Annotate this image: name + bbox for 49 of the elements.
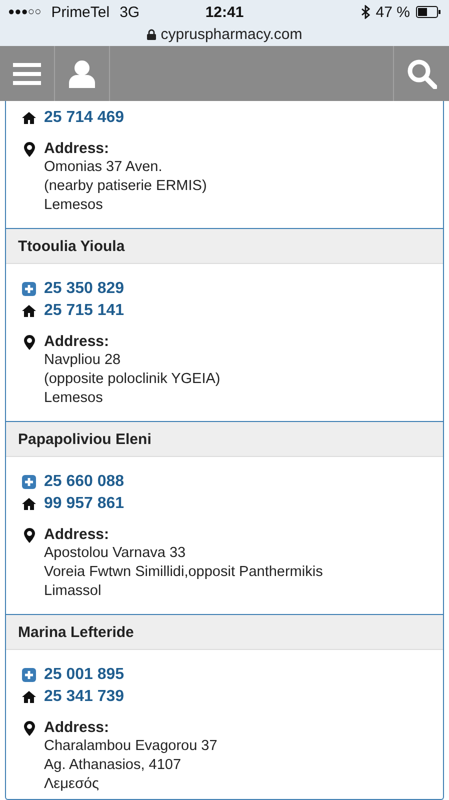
home-icon xyxy=(22,305,36,318)
phone-link[interactable]: 99 957 861 xyxy=(44,495,124,514)
battery-icon xyxy=(416,6,441,18)
map-pin-icon xyxy=(24,335,34,350)
phone-link[interactable]: 25 660 088 xyxy=(44,473,124,492)
address-label: Address: xyxy=(44,525,110,544)
address-line: Ag. Athanasios, 4107 xyxy=(44,756,182,776)
network-type: 3G xyxy=(120,4,140,20)
address-line: (opposite poloclinik YGEIA) xyxy=(44,370,220,390)
plus-icon xyxy=(22,475,36,490)
home-icon xyxy=(22,691,36,704)
address-line: Omonias 37 Aven. xyxy=(44,158,164,178)
bluetooth-icon xyxy=(360,5,370,19)
phone-link[interactable]: 25 350 829 xyxy=(44,280,124,298)
search-icon xyxy=(406,58,436,89)
address-line: Navpliou 28 xyxy=(44,351,122,370)
map-pin-icon xyxy=(24,528,34,544)
battery-percent: 47 % xyxy=(376,4,410,20)
pharmacist-name: Marina Lefteride xyxy=(6,615,443,650)
address-line: Lemesos xyxy=(44,389,104,408)
phone-link[interactable]: 25 341 739 xyxy=(44,688,124,706)
clock: 12:41 xyxy=(205,4,244,20)
signal-strength: ●●●○○ xyxy=(8,6,42,18)
phone-link[interactable]: 25 715 141 xyxy=(44,302,124,320)
pharmacist-name: Papapoliviou Eleni xyxy=(6,422,443,458)
person-icon xyxy=(69,60,95,88)
map-pin-icon xyxy=(24,721,34,736)
address-label: Address: xyxy=(44,139,110,158)
plus-icon xyxy=(22,282,36,296)
address-line: Voreia Fwtwn Simillidi,opposit Panthermikis xyxy=(44,563,323,582)
address-line: Charalambou Evagorou 37 xyxy=(44,737,218,756)
url-text[interactable]: cypruspharmacy.com xyxy=(160,26,302,42)
address-line: (nearby patiserie ERMIS) xyxy=(44,177,207,196)
lock-icon xyxy=(146,28,156,40)
phone-link[interactable]: 25 001 895 xyxy=(44,666,124,684)
address-line: Lemesos xyxy=(44,196,104,216)
phone-link[interactable]: 25 714 469 xyxy=(44,109,124,128)
menu-icon xyxy=(13,62,41,85)
address-label: Address: xyxy=(44,332,110,352)
carrier-name: PrimeTel xyxy=(51,4,110,20)
address-line: Limassol xyxy=(44,582,102,602)
address-line: Λεμεσός xyxy=(44,775,100,794)
home-icon xyxy=(22,112,36,124)
address-label: Address: xyxy=(44,718,110,738)
map-pin-icon xyxy=(24,142,34,158)
home-icon xyxy=(22,498,36,510)
plus-icon xyxy=(22,668,36,682)
pharmacist-name: Ttooulia Yioula xyxy=(6,229,443,264)
address-line: Apostolou Varnava 33 xyxy=(44,544,187,564)
